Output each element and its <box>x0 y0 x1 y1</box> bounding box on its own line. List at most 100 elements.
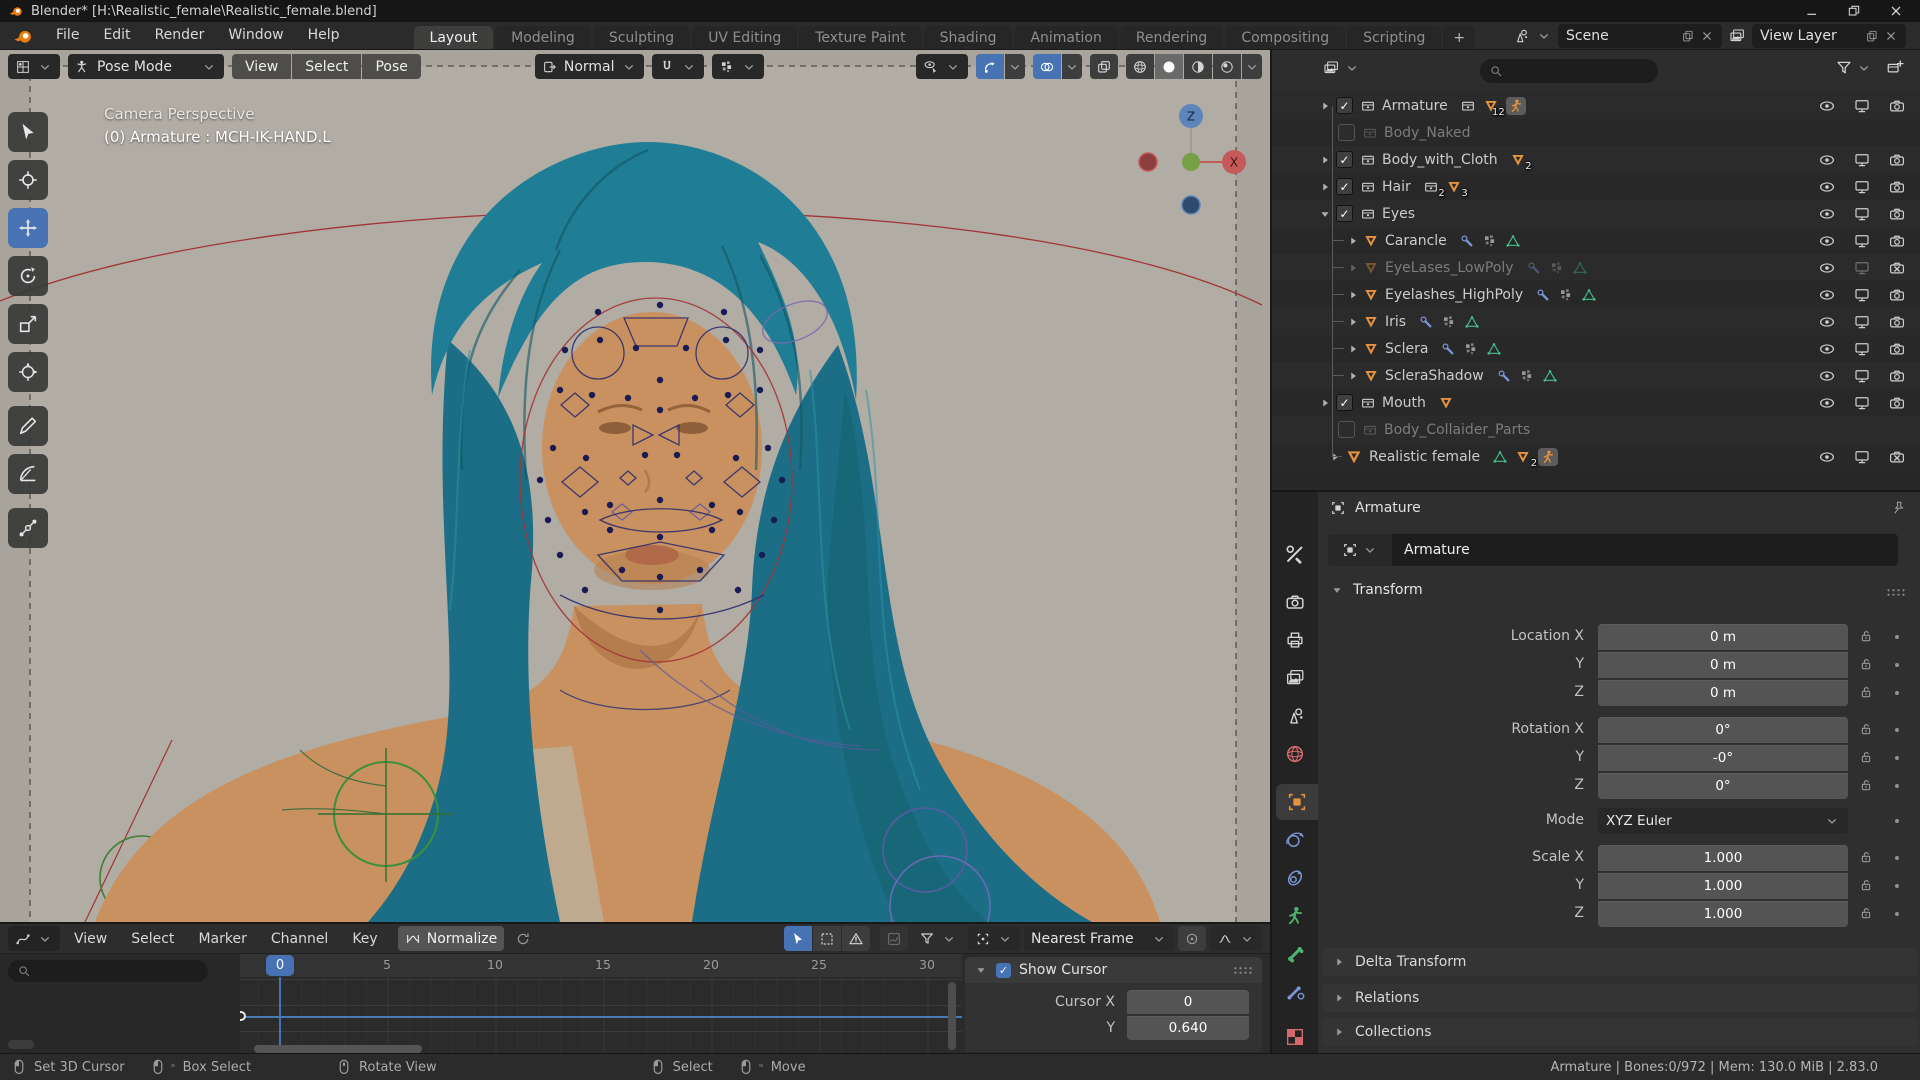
outliner-row-carancle[interactable]: Carancle <box>1272 227 1920 254</box>
menu-marker[interactable]: Marker <box>188 928 256 950</box>
expand-icon[interactable] <box>1346 369 1360 383</box>
mesh-data-icon[interactable] <box>1581 287 1597 303</box>
expand-icon[interactable] <box>1346 342 1360 356</box>
object-id-button[interactable] <box>1328 534 1392 566</box>
tab-scripting[interactable]: Scripting <box>1347 26 1442 49</box>
tab-animation[interactable]: Animation <box>1014 26 1118 49</box>
lock-icon[interactable] <box>1858 877 1874 893</box>
collection-contents-icon[interactable] <box>1423 179 1439 195</box>
tab-render[interactable] <box>1272 584 1318 620</box>
expand-icon[interactable] <box>1318 153 1332 167</box>
outliner-item-label[interactable]: Body_Collaider_Parts <box>1384 422 1530 438</box>
location-z-field[interactable]: 0 m <box>1598 680 1848 706</box>
animate-dot-icon[interactable] <box>1890 814 1904 828</box>
tab-texture-paint[interactable]: Texture Paint <box>799 26 922 49</box>
armature-icon[interactable] <box>1508 98 1524 114</box>
normalize-toggle[interactable]: Normalize <box>397 926 505 951</box>
ghost-curves-button[interactable] <box>880 926 908 951</box>
animate-dot-icon[interactable] <box>1890 851 1904 865</box>
vertex-group-icon[interactable] <box>1463 341 1479 357</box>
outliner-row-body-with-cloth[interactable]: ✓ Body_with_Cloth 2 <box>1272 146 1920 173</box>
rotation-x-field[interactable]: 0° <box>1598 717 1848 743</box>
outliner-row-sclerashadow[interactable]: ScleraShadow <box>1272 362 1920 389</box>
transform-panel-header[interactable]: Transform <box>1330 582 1423 598</box>
horizontal-scrollbar[interactable] <box>254 1045 422 1053</box>
tab-shading[interactable]: Shading <box>923 26 1013 49</box>
filter-button[interactable] <box>1835 59 1872 77</box>
gizmo-z-label[interactable]: Z <box>1187 110 1195 124</box>
lock-icon[interactable] <box>1858 721 1874 737</box>
outliner-row-body-collaider-parts[interactable]: Body_Collaider_Parts <box>1272 416 1920 443</box>
collections-panel[interactable]: Collections <box>1322 1018 1918 1046</box>
mesh-icon[interactable] <box>1446 179 1462 195</box>
disable-render-icon[interactable] <box>1888 286 1906 304</box>
hide-viewport-eye-icon[interactable] <box>1818 286 1836 304</box>
pin-icon[interactable] <box>1891 500 1907 516</box>
window-minimize-icon[interactable] <box>1804 3 1820 19</box>
menu-channel[interactable]: Channel <box>261 928 338 950</box>
disable-viewport-icon[interactable] <box>1853 232 1871 250</box>
xray-toggle[interactable] <box>1090 54 1118 79</box>
location-y-field[interactable]: 0 m <box>1598 652 1848 678</box>
hide-viewport-eye-icon[interactable] <box>1818 367 1836 385</box>
vertex-group-icon[interactable] <box>1441 314 1457 330</box>
tab-compositing[interactable]: Compositing <box>1225 26 1346 49</box>
lock-icon[interactable] <box>1858 628 1874 644</box>
expand-icon[interactable] <box>1318 99 1332 113</box>
shading-solid-button[interactable] <box>1155 54 1183 79</box>
tab-constraints[interactable] <box>1272 860 1318 896</box>
hide-viewport-eye-icon[interactable] <box>1818 259 1836 277</box>
outliner-item-label[interactable]: Hair <box>1382 179 1411 195</box>
chevron-down-icon[interactable] <box>1536 28 1552 44</box>
rotation-mode-dropdown[interactable]: XYZ Euler <box>1598 808 1848 834</box>
menu-pose[interactable]: Pose <box>362 54 421 79</box>
vertex-group-icon[interactable] <box>1519 368 1535 384</box>
disable-render-icon[interactable] <box>1888 97 1906 115</box>
disable-viewport-icon[interactable] <box>1853 313 1871 331</box>
armature-icon[interactable] <box>1540 449 1556 465</box>
show-overlays-toggle[interactable] <box>1033 54 1061 79</box>
outliner-row-armature[interactable]: ✓ Armature 12 <box>1272 92 1920 119</box>
outliner-item-label[interactable]: Iris <box>1385 314 1406 330</box>
mesh-data-icon[interactable] <box>1486 341 1502 357</box>
disable-viewport-icon[interactable] <box>1853 178 1871 196</box>
tool-scale[interactable] <box>8 304 48 344</box>
shading-wireframe-button[interactable] <box>1126 54 1154 79</box>
outliner-row-hair[interactable]: ✓ Hair 2 3 <box>1272 173 1920 200</box>
mesh-icon[interactable] <box>1515 449 1531 465</box>
disable-viewport-icon[interactable] <box>1853 340 1871 358</box>
outliner-row-sclera[interactable]: Sclera <box>1272 335 1920 362</box>
outliner-item-label[interactable]: Realistic female <box>1369 449 1480 465</box>
hide-viewport-eye-icon[interactable] <box>1818 97 1836 115</box>
tab-object-data[interactable] <box>1272 898 1318 934</box>
graph-area[interactable]: 5 10 15 20 25 30 0 <box>240 954 962 1055</box>
key-falloff-button[interactable] <box>1210 926 1262 951</box>
disable-render-icon[interactable] <box>1888 259 1906 277</box>
snap-dropdown[interactable]: Nearest Frame <box>1024 926 1174 951</box>
tab-sculpting[interactable]: Sculpting <box>592 26 691 49</box>
tab-output[interactable] <box>1272 622 1318 658</box>
disable-render-icon[interactable] <box>1888 394 1906 412</box>
collection-contents-icon[interactable] <box>1460 98 1476 114</box>
disable-render-icon[interactable] <box>1888 313 1906 331</box>
new-collection-button[interactable] <box>1886 58 1904 80</box>
view-layer-icon[interactable] <box>1728 27 1746 45</box>
shading-material-button[interactable] <box>1184 54 1212 79</box>
disable-viewport-icon[interactable] <box>1853 205 1871 223</box>
tab-bone-constraints[interactable] <box>1272 974 1318 1010</box>
outliner-row-mouth[interactable]: ✓ Mouth <box>1272 389 1920 416</box>
expand-icon[interactable] <box>1346 288 1360 302</box>
mode-selector[interactable]: Pose Mode <box>68 54 224 79</box>
outliner-item-label[interactable]: ScleraShadow <box>1385 368 1484 384</box>
menu-render[interactable]: Render <box>143 23 217 49</box>
animate-dot-icon[interactable] <box>1890 686 1904 700</box>
modifier-wrench-icon[interactable] <box>1418 314 1434 330</box>
menu-select[interactable]: Select <box>292 54 362 79</box>
remove-view-layer-icon[interactable] <box>1884 29 1898 43</box>
modifier-wrench-icon[interactable] <box>1459 233 1475 249</box>
disable-render-icon[interactable] <box>1888 448 1906 466</box>
scene-icon[interactable] <box>1512 27 1530 45</box>
expand-icon[interactable] <box>1318 180 1332 194</box>
outliner-row-eyes[interactable]: ✓ Eyes <box>1272 200 1920 227</box>
tool-cursor[interactable] <box>8 160 48 200</box>
